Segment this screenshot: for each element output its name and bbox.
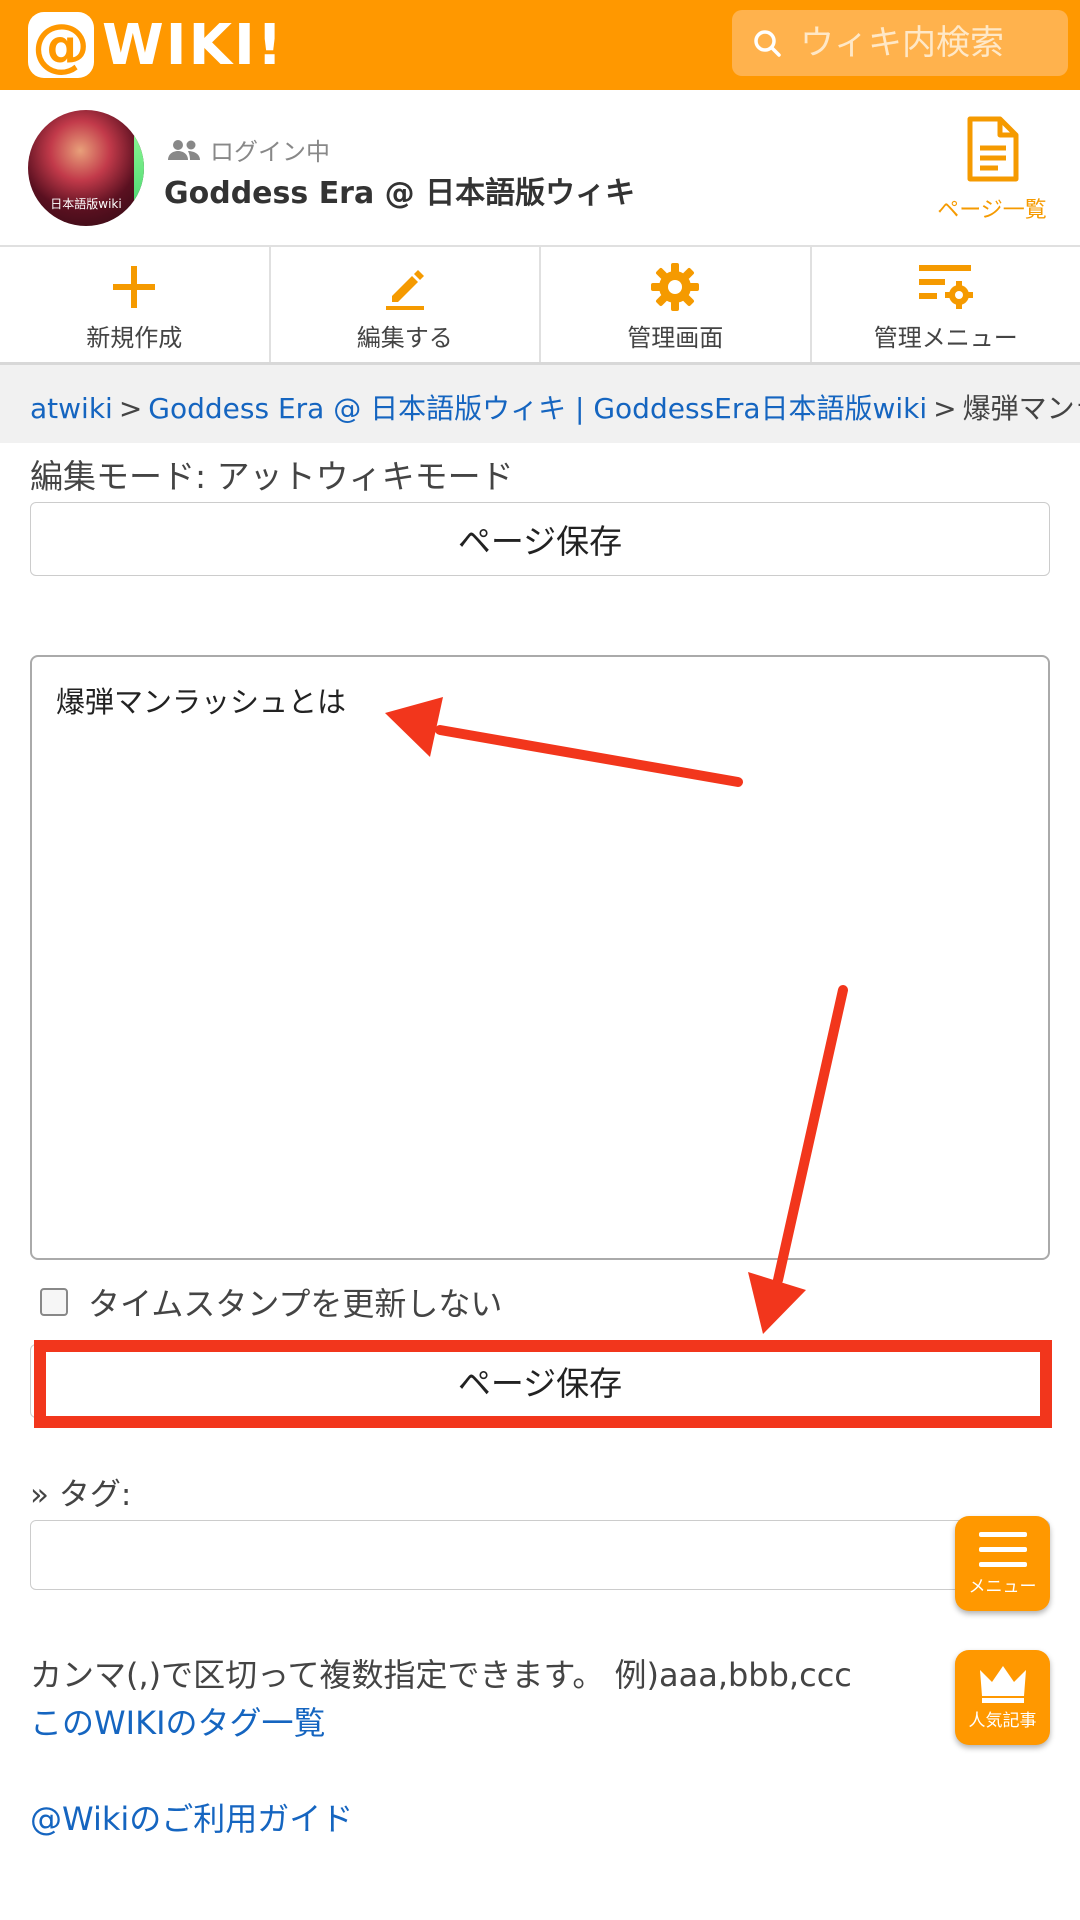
gear-icon	[651, 263, 700, 311]
login-status-text: ログイン中	[210, 138, 330, 166]
timestamp-checkbox[interactable]	[40, 1288, 68, 1316]
new-page-button[interactable]: 新規作成	[0, 246, 271, 362]
edit-label: 編集する	[356, 324, 453, 352]
floating-menu-button[interactable]: メニュー	[955, 1516, 1050, 1611]
page-content-editor[interactable]: 爆弾マンラッシュとは	[30, 655, 1050, 1260]
breadcrumb-current-page: 爆弾マンラッシュ	[962, 392, 1080, 425]
floating-popular-label: 人気記事	[968, 1711, 1037, 1731]
login-status: ログイン中	[166, 132, 330, 167]
site-avatar[interactable]: 日本語版wiki	[28, 110, 144, 226]
edit-mode-label: 編集モード: アットウィキモード	[30, 457, 514, 496]
admin-screen-button[interactable]: 管理画面	[541, 246, 812, 362]
atwiki-logo[interactable]: @ WIKI!	[28, 10, 284, 80]
breadcrumb-separator: >	[933, 392, 957, 425]
site-name[interactable]: Goddess Era @ 日本語版ウィキ	[164, 168, 635, 212]
save-page-button-top[interactable]: ページ保存	[30, 502, 1050, 576]
settings-list-icon	[918, 265, 973, 309]
top-bar: @ WIKI!	[0, 0, 1080, 90]
document-icon	[967, 116, 1019, 182]
breadcrumb-site-link[interactable]: Goddess Era @ 日本語版ウィキ | GoddessEra日本語版wi…	[148, 392, 927, 425]
action-nav: 新規作成 編集する 管理画面 管理メニュー	[0, 246, 1080, 365]
timestamp-label: タイムスタンプを更新しない	[88, 1285, 503, 1323]
breadcrumb-separator: >	[118, 392, 143, 425]
crown-icon	[979, 1666, 1026, 1703]
page-list-button[interactable]: ページ一覧	[930, 116, 1054, 224]
page-list-label: ページ一覧	[937, 198, 1047, 223]
tag-input[interactable]	[30, 1520, 1050, 1590]
site-info: 日本語版wiki ログイン中 Goddess Era @ 日本語版ウィキ ページ…	[0, 90, 1080, 247]
users-icon	[168, 139, 200, 160]
admin-screen-label: 管理画面	[627, 324, 724, 352]
plus-icon	[113, 266, 156, 308]
avatar-caption: 日本語版wiki	[50, 197, 122, 211]
at-logo-icon: @	[28, 12, 94, 78]
save-page-button-bottom[interactable]: ページ保存	[30, 1344, 1050, 1418]
tag-help-text: カンマ(,)で区切って複数指定できます。 例)aaa,bbb,ccc	[30, 1656, 852, 1694]
edit-button[interactable]: 編集する	[271, 246, 541, 362]
new-page-label: 新規作成	[86, 324, 183, 352]
breadcrumb: atwiki > Goddess Era @ 日本語版ウィキ | GoddessEr…	[0, 365, 1080, 443]
tag-list-link[interactable]: このWIKIのタグ一覧	[30, 1698, 326, 1744]
logo-text: WIKI!	[102, 12, 285, 78]
search-input[interactable]	[798, 22, 1052, 64]
usage-guide-link[interactable]: @Wikiのご利用ガイド	[30, 1794, 353, 1840]
search-icon	[754, 30, 781, 57]
breadcrumb-atwiki-link[interactable]: atwiki	[30, 392, 113, 425]
floating-popular-button[interactable]: 人気記事	[955, 1650, 1050, 1745]
timestamp-option[interactable]: タイムスタンプを更新しない	[40, 1279, 502, 1325]
tag-label: » タグ:	[30, 1477, 132, 1513]
hamburger-icon	[978, 1532, 1027, 1567]
search-box[interactable]	[732, 10, 1068, 76]
admin-menu-label: 管理メニュー	[873, 324, 1018, 352]
pencil-icon	[385, 270, 424, 310]
admin-menu-button[interactable]: 管理メニュー	[812, 246, 1080, 362]
floating-menu-label: メニュー	[968, 1577, 1037, 1597]
